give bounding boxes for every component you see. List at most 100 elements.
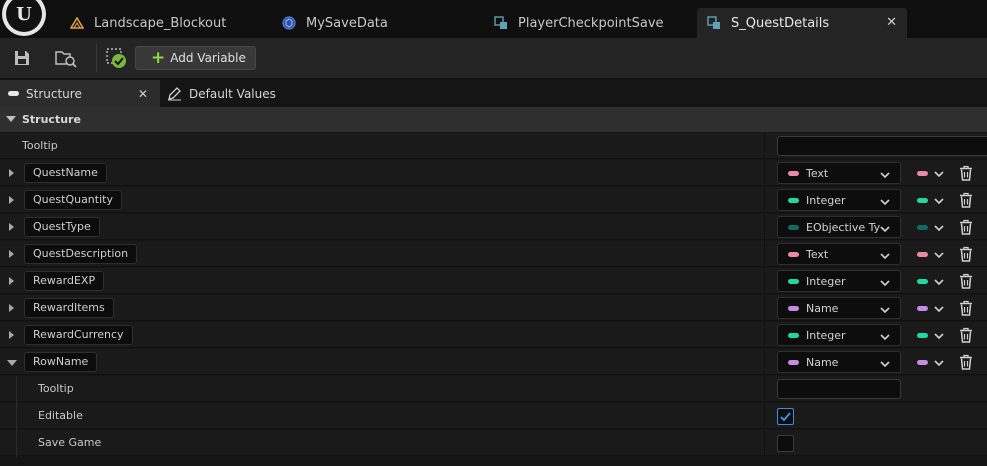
rowname-tooltip-label: Tooltip bbox=[38, 382, 74, 395]
add-variable-label: Add Variable bbox=[170, 51, 246, 65]
delete-member-icon[interactable] bbox=[958, 300, 974, 316]
tab-label: Landscape_Blockout bbox=[94, 15, 227, 31]
expand-arrow-icon[interactable] bbox=[9, 277, 14, 285]
pin-type-icon bbox=[788, 359, 799, 365]
delete-member-icon[interactable] bbox=[958, 165, 974, 181]
chevron-down-icon bbox=[880, 276, 890, 289]
indent-guide bbox=[16, 430, 17, 457]
column-divider bbox=[764, 295, 765, 321]
member-name-field[interactable]: RowName bbox=[24, 352, 98, 372]
unreal-logo[interactable]: U bbox=[2, 0, 46, 38]
chevron-down-icon bbox=[934, 166, 944, 180]
tab-indicator bbox=[8, 91, 19, 96]
container-pin-icon bbox=[917, 359, 928, 365]
delete-member-icon[interactable] bbox=[958, 219, 974, 235]
rowname-tooltip-input[interactable] bbox=[777, 379, 901, 399]
blueprint-icon bbox=[282, 16, 296, 30]
member-row: RewardItems Name bbox=[0, 295, 987, 321]
member-name-field[interactable]: QuestType bbox=[24, 217, 100, 237]
tab-default-values[interactable]: Default Values bbox=[167, 80, 297, 107]
expand-arrow-icon[interactable] bbox=[9, 223, 14, 231]
delete-member-icon[interactable] bbox=[958, 327, 974, 343]
container-type-dropdown[interactable] bbox=[914, 218, 948, 236]
container-pin-icon bbox=[917, 332, 928, 338]
expand-arrow-icon[interactable] bbox=[9, 250, 14, 258]
member-name-field[interactable]: QuestDescription bbox=[24, 244, 138, 264]
member-name-field[interactable]: QuestQuantity bbox=[24, 190, 122, 210]
tab-structure[interactable]: Structure ✕ bbox=[0, 80, 160, 107]
collapse-arrow-icon[interactable] bbox=[7, 360, 17, 366]
add-variable-button[interactable]: + Add Variable bbox=[135, 46, 256, 70]
member-row: QuestDescription Text bbox=[0, 241, 987, 267]
panel-tab-bar: Structure ✕ Default Values bbox=[0, 80, 987, 107]
container-type-dropdown[interactable] bbox=[914, 191, 948, 209]
container-type-dropdown[interactable] bbox=[914, 326, 948, 344]
chevron-down-icon bbox=[880, 222, 890, 235]
editable-label: Editable bbox=[38, 409, 83, 422]
tooltip-input[interactable] bbox=[777, 136, 987, 156]
rowname-editable-row: Editable bbox=[0, 403, 987, 430]
expand-arrow-icon[interactable] bbox=[9, 331, 14, 339]
save-icon[interactable] bbox=[10, 46, 34, 70]
browse-icon[interactable] bbox=[52, 46, 80, 70]
rowname-tooltip-row: Tooltip bbox=[0, 376, 987, 403]
pin-type-icon bbox=[788, 170, 799, 176]
toolbar-divider bbox=[96, 44, 97, 72]
tooltip-row: Tooltip bbox=[0, 133, 987, 159]
member-name-field[interactable]: RewardEXP bbox=[24, 271, 105, 291]
variable-type-dropdown[interactable]: Text bbox=[777, 162, 901, 184]
variable-type-label: Text bbox=[806, 247, 829, 261]
delete-member-icon[interactable] bbox=[958, 246, 974, 262]
variable-type-dropdown[interactable]: Text bbox=[777, 243, 901, 265]
toolbar: + Add Variable bbox=[0, 38, 987, 78]
level-icon bbox=[70, 16, 84, 30]
delete-member-icon[interactable] bbox=[958, 354, 974, 370]
editable-checkbox[interactable] bbox=[777, 408, 794, 425]
expand-arrow-icon[interactable] bbox=[9, 196, 14, 204]
member-name-field[interactable]: RewardCurrency bbox=[24, 325, 133, 345]
expand-arrow-icon[interactable] bbox=[9, 304, 14, 312]
chevron-down-icon bbox=[880, 249, 890, 262]
tab-playercheckpointsave[interactable]: PlayerCheckpointSave bbox=[484, 8, 684, 38]
container-type-dropdown[interactable] bbox=[914, 353, 948, 371]
source-control-icon[interactable] bbox=[104, 46, 128, 70]
close-icon[interactable]: ✕ bbox=[886, 15, 897, 30]
tab-mysavedata[interactable]: MySaveData bbox=[272, 8, 472, 38]
variable-type-dropdown[interactable]: Integer bbox=[777, 270, 901, 292]
variable-type-dropdown[interactable]: Integer bbox=[777, 324, 901, 346]
chevron-down-icon bbox=[934, 193, 944, 207]
chevron-down-icon bbox=[934, 355, 944, 369]
container-type-dropdown[interactable] bbox=[914, 272, 948, 290]
container-type-dropdown[interactable] bbox=[914, 299, 948, 317]
delete-member-icon[interactable] bbox=[958, 273, 974, 289]
structure-section-header[interactable]: Structure bbox=[0, 107, 987, 132]
delete-member-icon[interactable] bbox=[958, 192, 974, 208]
column-divider bbox=[764, 160, 765, 186]
savegame-checkbox[interactable] bbox=[777, 435, 794, 452]
tab-label: MySaveData bbox=[306, 15, 388, 31]
container-pin-icon bbox=[917, 170, 928, 176]
chevron-down-icon bbox=[880, 195, 890, 208]
member-name-field[interactable]: RewardItems bbox=[24, 298, 114, 318]
variable-type-label: Name bbox=[806, 301, 839, 315]
variable-type-dropdown[interactable]: EObjective Ty bbox=[777, 216, 901, 238]
close-icon[interactable]: ✕ bbox=[138, 87, 148, 101]
variable-type-label: Text bbox=[806, 166, 829, 180]
variable-type-dropdown[interactable]: Integer bbox=[777, 189, 901, 211]
member-row: QuestType EObjective Ty bbox=[0, 214, 987, 240]
member-name-field[interactable]: QuestName bbox=[24, 163, 107, 183]
container-type-dropdown[interactable] bbox=[914, 164, 948, 182]
variable-type-label: Name bbox=[806, 355, 839, 369]
variable-type-dropdown[interactable]: Name bbox=[777, 297, 901, 319]
tab-label: PlayerCheckpointSave bbox=[518, 15, 664, 31]
container-pin-icon bbox=[917, 278, 928, 284]
member-row: RewardCurrency Integer bbox=[0, 322, 987, 348]
container-type-dropdown[interactable] bbox=[914, 245, 948, 263]
tab-s-questdetails[interactable]: S_QuestDetails ✕ bbox=[697, 8, 907, 38]
member-row: QuestName Text bbox=[0, 160, 987, 186]
expand-arrow-icon[interactable] bbox=[9, 169, 14, 177]
container-pin-icon bbox=[917, 224, 928, 230]
tab-landscape-blockout[interactable]: Landscape_Blockout bbox=[60, 8, 260, 38]
chevron-down-icon bbox=[880, 168, 890, 181]
variable-type-dropdown[interactable]: Name bbox=[777, 351, 901, 373]
